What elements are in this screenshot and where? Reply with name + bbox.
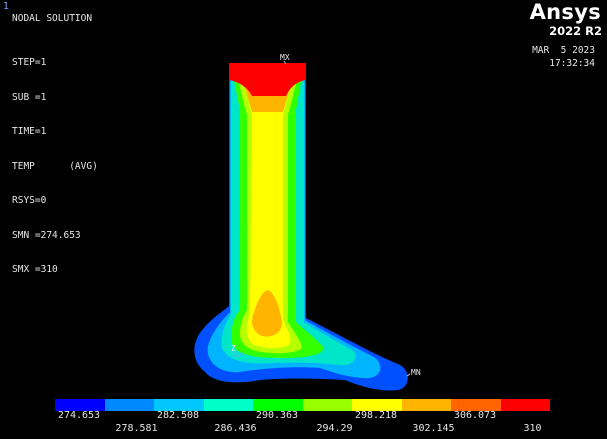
legend-label-bottom: 294.29: [316, 423, 353, 434]
legend-swatch: [203, 399, 253, 411]
legend-label-top: 274.653: [57, 410, 101, 421]
legend-label-top: 306.073: [453, 410, 497, 421]
legend-label-top: 282.508: [156, 410, 200, 421]
legend-label-top: 298.218: [354, 410, 398, 421]
legend-label-bottom: 286.436: [214, 423, 257, 434]
min-marker-label: MN: [411, 368, 421, 377]
legend-swatch: [104, 399, 154, 411]
contour-plot[interactable]: MX MN Z: [0, 0, 607, 439]
legend-swatch: [500, 399, 550, 411]
legend-label-bottom: 310: [523, 423, 542, 434]
axis-z-label: Z: [231, 344, 236, 353]
legend-swatch: [401, 399, 451, 411]
legend-swatch: [302, 399, 352, 411]
legend-label-bottom: 278.581: [115, 423, 158, 434]
legend-label-top: 290.363: [255, 410, 299, 421]
legend-label-bottom: 302.145: [412, 423, 455, 434]
max-marker-label: MX: [280, 53, 290, 62]
